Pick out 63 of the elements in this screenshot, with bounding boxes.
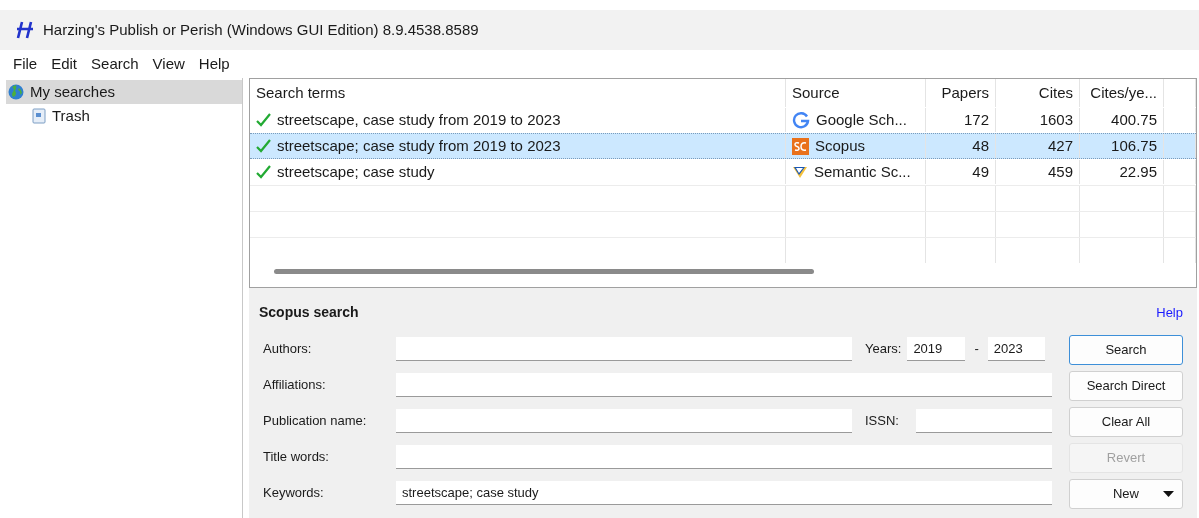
action-button[interactable]: Search: [1069, 335, 1183, 365]
field-label: Years:: [865, 340, 902, 359]
table-cell-text: 106.75: [1111, 135, 1157, 156]
check-icon: [256, 139, 271, 153]
column-header[interactable]: Papers: [926, 79, 996, 107]
table-cell-text: 48: [972, 135, 989, 156]
table-cell-text: streetscape, case study from 2019 to 2023: [277, 109, 561, 130]
table-cell-text: streetscape; case study: [277, 161, 435, 182]
column-header[interactable]: Cites: [996, 79, 1080, 107]
table-cell-text: 1603: [1039, 109, 1073, 130]
field-label: Affiliations:: [262, 376, 327, 395]
input-field[interactable]: [916, 409, 1052, 433]
column-header[interactable]: Cites/ye...: [1080, 79, 1164, 107]
table-row[interactable]: streetscape; case study from 2019 to 2023 Scopus 48 427 106.75: [250, 133, 1196, 159]
table-cell-text: Semantic Sc...: [814, 161, 911, 182]
table-cell-text: Google Sch...: [816, 109, 907, 130]
globe-icon: [8, 84, 24, 100]
trash-icon: [32, 108, 46, 124]
column-header[interactable]: Source: [786, 79, 926, 107]
menu-item[interactable]: Help: [191, 52, 237, 76]
input-field[interactable]: [396, 445, 1052, 469]
column-header[interactable]: Search terms: [250, 79, 786, 107]
input-field[interactable]: streetscape; case study: [396, 481, 1052, 505]
action-button[interactable]: Search Direct: [1069, 371, 1183, 401]
menu-item[interactable]: File: [6, 52, 45, 76]
field-label: ISSN:: [865, 412, 900, 431]
input-field[interactable]: 2019: [907, 337, 966, 361]
table-cell-text: 427: [1047, 135, 1073, 156]
table-cell-text: Scopus: [815, 135, 866, 156]
tree-item[interactable]: Trash: [6, 104, 242, 128]
field-label: Publication name:: [262, 412, 368, 431]
field-label: Title words:: [262, 448, 330, 467]
input-field[interactable]: [396, 337, 852, 361]
scopus-icon: [792, 137, 809, 155]
table-row[interactable]: streetscape, case study from 2019 to 2023 Google Sch... 172 1603 400.75: [250, 107, 1196, 133]
table-cell-text: streetscape; case study from 2019 to 2023: [277, 135, 561, 156]
app-logo-icon: [16, 20, 34, 40]
table-cell-text: 459: [1047, 161, 1073, 182]
action-button[interactable]: Clear All: [1069, 407, 1183, 437]
input-field[interactable]: 2023: [987, 337, 1045, 361]
menu-item[interactable]: View: [145, 52, 192, 76]
group-title: Scopus search: [258, 303, 359, 322]
table-cell-text: 49: [972, 161, 989, 182]
google-icon: [792, 111, 810, 129]
menu-item[interactable]: Search: [84, 52, 146, 76]
help-link[interactable]: Help: [1156, 302, 1189, 323]
semantic-scholar-icon: [792, 164, 808, 180]
horizontal-scrollbar[interactable]: [274, 269, 814, 274]
window-title: Harzing's Publish or Perish (Windows GUI Edition) 8.9.4538.8589: [43, 19, 479, 40]
table-row[interactable]: streetscape; case study Semantic Sc... 49 459 22.95: [250, 159, 1196, 185]
check-icon: [256, 165, 271, 179]
menu-item[interactable]: Edit: [44, 52, 85, 76]
field-label: Authors:: [262, 340, 313, 359]
separator-text: -: [974, 340, 979, 359]
input-field[interactable]: [396, 373, 1052, 397]
table-cell-text: 400.75: [1111, 109, 1157, 130]
action-button[interactable]: New: [1069, 479, 1183, 509]
check-icon: [256, 113, 271, 127]
tree-item[interactable]: My searches: [6, 80, 242, 104]
field-label: Keywords:: [262, 484, 325, 503]
table-cell-text: 22.95: [1119, 161, 1157, 182]
input-field[interactable]: [396, 409, 852, 433]
table-cell-text: 172: [963, 109, 989, 130]
